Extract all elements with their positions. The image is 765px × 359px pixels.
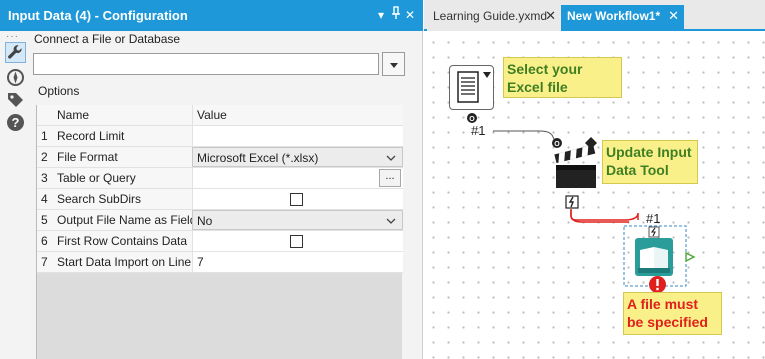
help-icon: ? xyxy=(7,114,24,131)
option-row-first-row-contains-data: 6 First Row Contains Data xyxy=(37,231,403,252)
panel-toolstrip: ··· ? xyxy=(0,31,30,359)
wrench-icon xyxy=(8,45,22,59)
dropdown-arrow-icon xyxy=(390,63,398,68)
document-tab-strip: Learning Guide.yxmd ✕ New Workflow1* ✕ xyxy=(424,0,765,31)
row-number: 6 xyxy=(41,234,48,248)
connect-file-input[interactable] xyxy=(33,53,379,75)
svg-text:O: O xyxy=(469,116,475,123)
option-row-output-file-name: 5 Output File Name as Field No xyxy=(37,210,403,231)
first-row-data-checkbox[interactable] xyxy=(290,235,303,248)
tag-icon xyxy=(8,93,23,107)
row-number: 2 xyxy=(41,150,48,164)
file-format-value: Microsoft Excel (*.xlsx) xyxy=(197,151,319,165)
configuration-tab-button[interactable] xyxy=(5,42,26,63)
panel-title: Input Data (4) - Configuration xyxy=(8,8,188,23)
option-row-file-format: 2 File Format Microsoft Excel (*.xlsx) xyxy=(37,147,403,168)
row-number: 4 xyxy=(41,192,48,206)
workflow-area: Learning Guide.yxmd ✕ New Workflow1* ✕ O… xyxy=(424,0,765,359)
wire-update-to-input xyxy=(570,210,639,221)
option-name: Start Data Import on Line xyxy=(57,255,192,269)
input-file-icon xyxy=(457,71,491,103)
chevron-down-icon xyxy=(386,218,396,224)
file-format-select[interactable]: Microsoft Excel (*.xlsx) xyxy=(192,147,403,167)
table-query-browse-button[interactable]: ... xyxy=(379,169,401,187)
comment-error-message[interactable]: A file must be specified xyxy=(623,292,722,335)
option-name: Table or Query xyxy=(57,171,136,185)
options-label: Options xyxy=(38,84,80,98)
configuration-panel: Input Data (4) - Configuration ▾ ✕ ··· ?… xyxy=(0,0,423,359)
tab-close-icon[interactable]: ✕ xyxy=(545,5,556,27)
workflow-canvas[interactable]: O #1 Select your Excel file O #1 Update … xyxy=(424,33,765,359)
column-header-name: Name xyxy=(57,108,90,122)
row-number: 1 xyxy=(41,129,48,143)
compass-icon xyxy=(7,69,24,86)
input-anchor-icon[interactable] xyxy=(565,195,579,209)
connection-label-1: #1 xyxy=(471,123,486,138)
grip-dots: ··· xyxy=(6,31,19,42)
svg-text:?: ? xyxy=(12,115,20,130)
row-number: 5 xyxy=(41,213,48,227)
column-header-value: Value xyxy=(192,105,403,125)
option-row-start-data-import: 7 Start Data Import on Line 7 xyxy=(37,252,403,273)
option-name: Output File Name as Field xyxy=(57,213,192,227)
grid-header-row: Name Value xyxy=(37,105,403,126)
comment-select-excel[interactable]: Select your Excel file xyxy=(503,57,622,98)
connect-label: Connect a File or Database xyxy=(34,32,181,46)
comment-update-input[interactable]: Update Input Data Tool xyxy=(602,140,698,184)
chevron-down-icon xyxy=(386,155,396,161)
tab-label: Learning Guide.yxmd xyxy=(433,9,548,23)
output-file-name-select[interactable]: No xyxy=(192,210,403,230)
panel-pin-button[interactable] xyxy=(389,6,403,24)
annotation-tab-button[interactable] xyxy=(5,67,26,88)
options-grid: Name Value 1 Record Limit 2 File Format … xyxy=(36,105,403,359)
tab-new-workflow[interactable]: New Workflow1* ✕ xyxy=(561,5,684,31)
output-file-name-value: No xyxy=(197,214,213,228)
option-name: File Format xyxy=(57,150,118,164)
record-limit-field[interactable] xyxy=(192,126,403,146)
input-data-tool[interactable] xyxy=(449,65,494,110)
panel-titlebar: Input Data (4) - Configuration ▾ ✕ xyxy=(0,0,423,31)
tag-tab-button[interactable] xyxy=(5,89,26,110)
option-row-search-subdirs: 4 Search SubDirs xyxy=(37,189,403,210)
help-tab-button[interactable]: ? xyxy=(5,112,26,133)
option-row-record-limit: 1 Record Limit xyxy=(37,126,403,147)
tab-close-icon[interactable]: ✕ xyxy=(668,5,679,27)
option-row-table-or-query: 3 Table or Query ... xyxy=(37,168,403,189)
tab-label: New Workflow1* xyxy=(567,9,661,23)
start-import-line-field[interactable]: 7 xyxy=(192,252,403,272)
pin-icon xyxy=(392,6,400,19)
row-number: 7 xyxy=(41,255,48,269)
option-name: Search SubDirs xyxy=(57,192,142,206)
search-subdirs-checkbox[interactable] xyxy=(290,193,303,206)
tab-learning-guide[interactable]: Learning Guide.yxmd ✕ xyxy=(427,5,561,31)
connect-dropdown-button[interactable] xyxy=(382,52,405,76)
row-number: 3 xyxy=(41,171,48,185)
wire-input-to-update xyxy=(493,130,556,142)
svg-text:O: O xyxy=(554,141,560,148)
option-name: Record Limit xyxy=(57,129,125,143)
table-query-field[interactable]: ... xyxy=(192,168,403,188)
clapperboard-icon[interactable]: O xyxy=(549,135,605,195)
panel-menu-button[interactable]: ▾ xyxy=(374,6,388,24)
panel-close-button[interactable]: ✕ xyxy=(403,6,417,24)
option-name: First Row Contains Data xyxy=(57,234,188,248)
